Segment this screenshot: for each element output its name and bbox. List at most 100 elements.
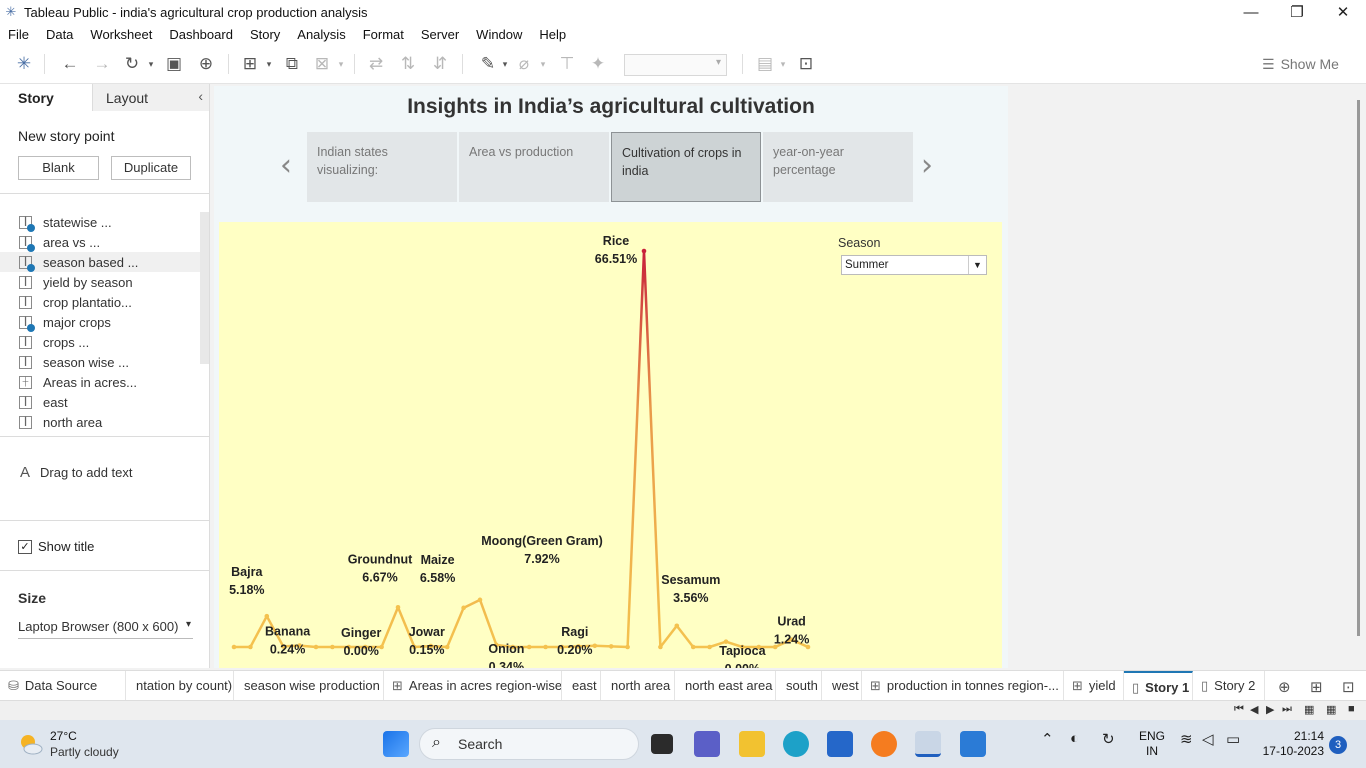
data-point[interactable]	[674, 623, 680, 629]
replay-dropdown-icon[interactable]: ▾	[146, 53, 156, 75]
menu-story[interactable]: Story	[250, 27, 280, 42]
new-worksheet-tab-icon[interactable]: ⊕	[1278, 678, 1291, 696]
clear-dropdown-icon[interactable]: ▾	[336, 53, 346, 75]
sheet-list-item[interactable]: ┃ season wise ...	[0, 352, 200, 372]
data-point[interactable]	[313, 644, 319, 650]
volume-icon[interactable]: ◁	[1202, 730, 1214, 748]
new-worksheet-icon[interactable]: ⊞	[240, 53, 260, 75]
taskbar-search[interactable]: ⌕ Search	[419, 728, 639, 760]
new-worksheet-dropdown-icon[interactable]: ▾	[264, 53, 274, 75]
teams-chat-icon[interactable]	[694, 731, 720, 757]
show-sheet-sorter-icon[interactable]: ▦	[1326, 703, 1336, 716]
duplicate-button[interactable]: Duplicate	[111, 156, 191, 180]
minimize-icon[interactable]: —	[1228, 0, 1274, 24]
menu-file[interactable]: File	[8, 27, 29, 42]
sheet-list-scrollbar[interactable]	[200, 212, 209, 364]
battery-icon[interactable]: ▭	[1226, 730, 1240, 748]
menu-server[interactable]: Server	[421, 27, 459, 42]
sheet-tab[interactable]: ⊞ Areas in acres region-wise	[384, 671, 562, 701]
show-title-checkbox[interactable]: ✓ Show title	[18, 539, 94, 554]
sheet-tab[interactable]: west	[822, 671, 862, 701]
duplicate-sheet-icon[interactable]: ⧉	[282, 53, 302, 75]
sheet-tab[interactable]: north area	[601, 671, 675, 701]
task-view-icon[interactable]	[651, 734, 673, 754]
show-me-button[interactable]: ☰ Show Me	[1262, 56, 1339, 73]
sheet-tab[interactable]: ▯ Story 1	[1124, 671, 1193, 701]
group-members-icon[interactable]: ⌀	[514, 53, 534, 75]
wifi-icon[interactable]: ≋	[1180, 730, 1193, 748]
story-point-tab-3[interactable]: Cultivation of crops in india	[611, 132, 761, 202]
save-icon[interactable]: ▣	[164, 53, 184, 75]
language-indicator[interactable]: ENG IN	[1139, 729, 1165, 759]
show-cards-icon[interactable]: ▤	[754, 53, 776, 75]
data-point[interactable]	[526, 644, 532, 650]
show-filmstrip-icon[interactable]: ▦	[1304, 703, 1314, 716]
restore-icon[interactable]: ❐	[1274, 0, 1320, 24]
next-story-point-icon[interactable]: ›	[921, 148, 933, 183]
show-hidden-icons-icon[interactable]: ⌃	[1041, 730, 1054, 748]
edge-browser-icon[interactable]	[783, 731, 809, 757]
sheet-tab[interactable]: ⛁ Data Source	[0, 671, 126, 701]
menu-data[interactable]: Data	[46, 27, 73, 42]
menu-window[interactable]: Window	[476, 27, 522, 42]
swap-rows-columns-icon[interactable]: ⇄	[366, 53, 386, 75]
sheet-list-item[interactable]: ┃ yield by season	[0, 272, 200, 292]
sheet-list-item[interactable]: ┃ east	[0, 392, 200, 412]
data-point[interactable]	[264, 613, 270, 619]
replay-icon[interactable]: ↻	[121, 53, 143, 75]
sheet-tab[interactable]: north east area	[675, 671, 776, 701]
story-point-tab-1[interactable]: Indian states visualizing:	[307, 132, 457, 202]
weather-temperature[interactable]: 27°C	[50, 729, 77, 743]
data-point[interactable]	[592, 643, 598, 649]
new-story-tab-icon[interactable]: ⊡	[1342, 678, 1355, 696]
show-tabs-icon[interactable]: ■	[1348, 703, 1355, 715]
season-filter-dropdown[interactable]: Summer ▼	[841, 255, 987, 275]
drag-to-add-text[interactable]: A Drag to add text	[20, 464, 133, 481]
menu-format[interactable]: Format	[363, 27, 404, 42]
close-icon[interactable]: ✕	[1320, 0, 1366, 24]
data-point[interactable]	[330, 644, 335, 650]
data-point[interactable]	[231, 644, 237, 650]
sheet-list-item[interactable]: ┃ area vs ...	[0, 232, 200, 252]
sheet-tab[interactable]: season wise production	[234, 671, 384, 701]
photos-app-icon[interactable]	[960, 731, 986, 757]
tab-story[interactable]: Story	[0, 84, 92, 111]
data-point[interactable]	[625, 644, 630, 650]
data-point[interactable]	[477, 597, 483, 603]
data-point[interactable]	[543, 644, 548, 650]
story-point-tab-4[interactable]: year-on-year percentage	[763, 132, 913, 202]
size-dropdown[interactable]: Laptop Browser (800 x 600)	[18, 619, 193, 639]
sheet-list-item[interactable]: ┃ north area	[0, 412, 200, 432]
show-cards-dropdown-icon[interactable]: ▾	[778, 53, 788, 75]
blank-button[interactable]: Blank	[18, 156, 99, 180]
microsoft-store-icon[interactable]	[827, 731, 853, 757]
fix-axes-icon[interactable]: ✦	[588, 53, 608, 75]
canvas-scrollbar[interactable]	[1357, 100, 1360, 636]
previous-sheet-icon[interactable]: ◀	[1250, 703, 1258, 716]
tab-layout[interactable]: Layout	[92, 84, 209, 111]
data-point[interactable]	[641, 248, 647, 254]
highlight-icon[interactable]: ✎	[478, 53, 498, 75]
undo-icon[interactable]: ←	[60, 53, 80, 75]
presentation-mode-icon[interactable]: ⊡	[795, 53, 817, 75]
data-point[interactable]	[461, 605, 466, 611]
dropdown-arrow-icon[interactable]: ▼	[968, 256, 986, 274]
previous-story-point-icon[interactable]: ‹	[280, 148, 292, 183]
next-sheet-icon[interactable]: ▶	[1266, 703, 1274, 716]
sheet-list-item[interactable]: ┃ season based ...	[0, 252, 200, 272]
show-mark-labels-icon[interactable]: ⊤	[557, 53, 577, 75]
new-dashboard-tab-icon[interactable]: ⊞	[1310, 678, 1323, 696]
firefox-icon[interactable]	[871, 731, 897, 757]
group-dropdown-icon[interactable]: ▾	[538, 53, 548, 75]
weather-description[interactable]: Partly cloudy	[50, 745, 119, 759]
sheet-tab[interactable]: ⊞ production in tonnes region-...	[862, 671, 1064, 701]
collapse-pane-icon[interactable]: ‹	[198, 88, 203, 104]
notification-badge[interactable]: 3	[1329, 736, 1347, 754]
data-point[interactable]	[248, 644, 253, 650]
sheet-list-item[interactable]: ┃ crops ...	[0, 332, 200, 352]
redo-icon[interactable]: →	[92, 53, 112, 75]
sort-descending-icon[interactable]: ⇵	[430, 53, 450, 75]
clear-sheet-icon[interactable]: ⊠	[312, 53, 332, 75]
system-clock[interactable]: 21:14 17-10-2023	[1262, 729, 1324, 759]
sheet-tab[interactable]: ▯ Story 2	[1193, 671, 1265, 701]
